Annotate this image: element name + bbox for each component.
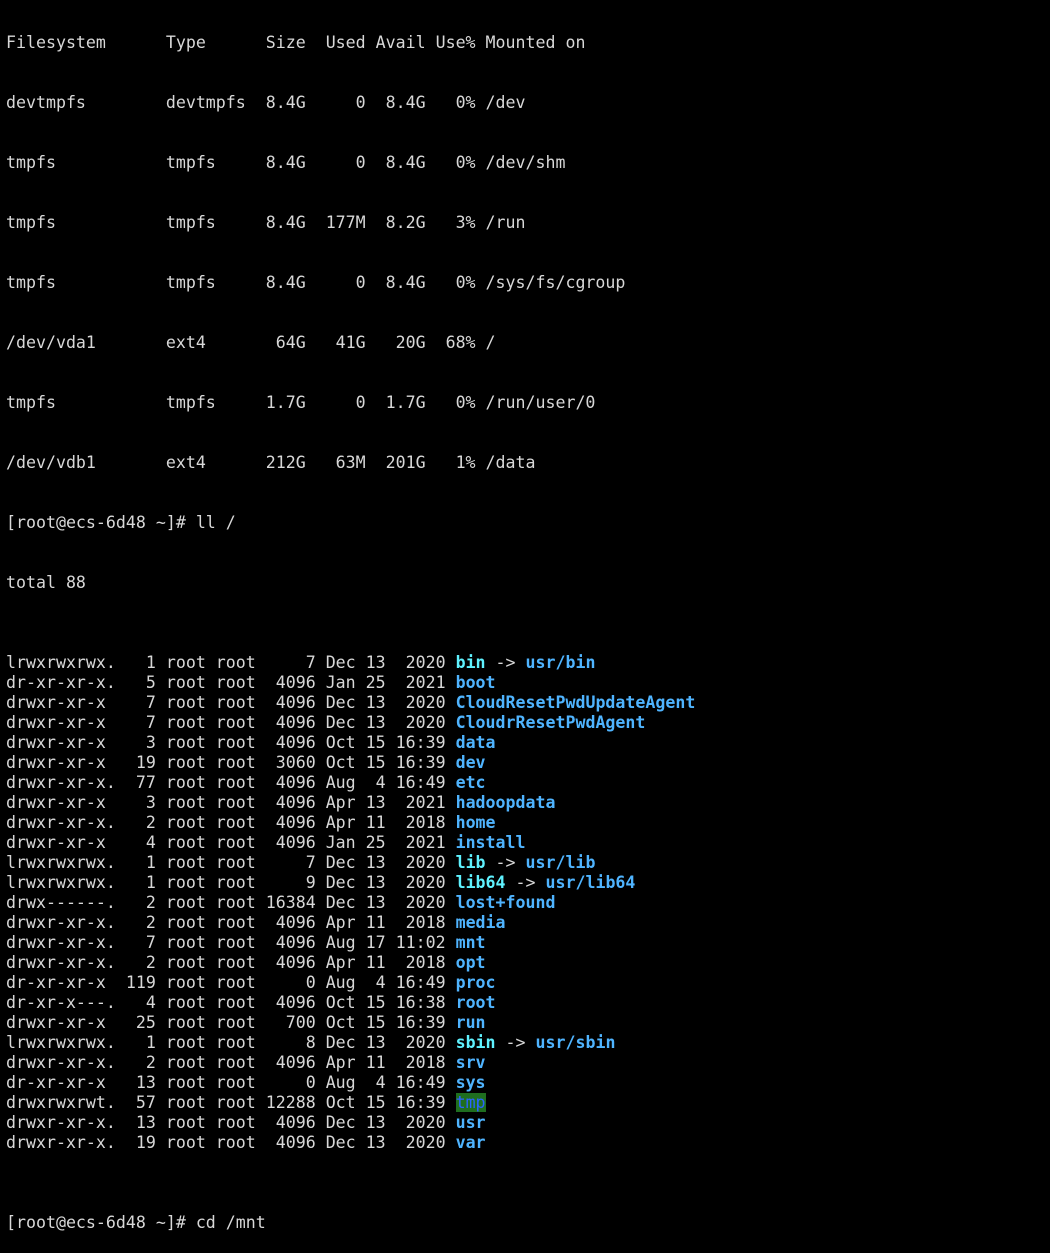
symlink-arrow: ->: [485, 853, 526, 872]
ls-row: drwxr-xr-x 7 root root 4096 Dec 13 2020 …: [6, 713, 1046, 733]
ls-entry-name: var: [455, 1133, 486, 1152]
ls-row: drwxr-xr-x. 13 root root 4096 Dec 13 202…: [6, 1113, 1046, 1133]
df-header: Filesystem Type Size Used Avail Use% Mou…: [6, 33, 586, 52]
ls-entry-name: dev: [455, 753, 486, 772]
ls-row-meta: dr-xr-xr-x. 5 root root 4096 Jan 25 2021: [6, 673, 456, 692]
ls-entry-name: root: [455, 993, 496, 1012]
symlink-target: usr/sbin: [535, 1033, 616, 1052]
ls-row: dr-xr-xr-x. 5 root root 4096 Jan 25 2021…: [6, 673, 1046, 693]
ls-entry-name: sys: [455, 1073, 486, 1092]
symlink-arrow: ->: [495, 1033, 536, 1052]
ls-entry-name: media: [455, 913, 506, 932]
ls-row: drwx------. 2 root root 16384 Dec 13 202…: [6, 893, 1046, 913]
ls-row-meta: drwx------. 2 root root 16384 Dec 13 202…: [6, 893, 456, 912]
ls-row-meta: lrwxrwxrwx. 1 root root 9 Dec 13 2020: [6, 873, 456, 892]
df-row: devtmpfs devtmpfs 8.4G 0 8.4G 0% /dev: [6, 93, 526, 112]
symlink-arrow: ->: [485, 653, 526, 672]
ls-row: drwxr-xr-x. 2 root root 4096 Apr 11 2018…: [6, 913, 1046, 933]
ls-entry-name: mnt: [455, 933, 486, 952]
ls-row: drwxr-xr-x. 7 root root 4096 Aug 17 11:0…: [6, 933, 1046, 953]
ls-row-meta: drwxr-xr-x. 2 root root 4096 Apr 11 2018: [6, 813, 456, 832]
ls-entry-name: hadoopdata: [455, 793, 556, 812]
ls-row-meta: drwxr-xr-x 3 root root 4096 Oct 15 16:39: [6, 733, 456, 752]
ls-entry-name: proc: [455, 973, 496, 992]
ls-row-meta: lrwxrwxrwx. 1 root root 8 Dec 13 2020: [6, 1033, 456, 1052]
symlink-target: usr/lib64: [545, 873, 636, 892]
ls-row-meta: drwxr-xr-x 4 root root 4096 Jan 25 2021: [6, 833, 456, 852]
ls-row-meta: drwxr-xr-x. 2 root root 4096 Apr 11 2018: [6, 1053, 456, 1072]
ls-row: drwxr-xr-x 19 root root 3060 Oct 15 16:3…: [6, 753, 1046, 773]
ls-row: drwxr-xr-x 4 root root 4096 Jan 25 2021 …: [6, 833, 1046, 853]
ls-row-meta: dr-xr-x---. 4 root root 4096 Oct 15 16:3…: [6, 993, 456, 1012]
df-row: tmpfs tmpfs 8.4G 177M 8.2G 3% /run: [6, 213, 526, 232]
ls-row-meta: drwxr-xr-x. 7 root root 4096 Aug 17 11:0…: [6, 933, 456, 952]
df-row: tmpfs tmpfs 8.4G 0 8.4G 0% /sys/fs/cgrou…: [6, 273, 626, 292]
ls-entry-name: sbin: [455, 1033, 496, 1052]
ls-row-meta: drwxr-xr-x. 19 root root 4096 Dec 13 202…: [6, 1133, 456, 1152]
ls-row: drwxr-xr-x 3 root root 4096 Apr 13 2021 …: [6, 793, 1046, 813]
ls-entry-name: etc: [455, 773, 486, 792]
ls-row: lrwxrwxrwx. 1 root root 7 Dec 13 2020 bi…: [6, 653, 1046, 673]
ls-row-meta: drwxr-xr-x. 2 root root 4096 Apr 11 2018: [6, 913, 456, 932]
ls-row-meta: drwxr-xr-x. 2 root root 4096 Apr 11 2018: [6, 953, 456, 972]
ls-entry-name: lib: [455, 853, 486, 872]
ls-row-meta: drwxr-xr-x 19 root root 3060 Oct 15 16:3…: [6, 753, 456, 772]
ls-row-meta: lrwxrwxrwx. 1 root root 7 Dec 13 2020: [6, 653, 456, 672]
ls-entry-name: tmp: [455, 1093, 486, 1112]
ls-entry-name: bin: [455, 653, 486, 672]
symlink-arrow: ->: [505, 873, 546, 892]
ls-row: drwxr-xr-x. 77 root root 4096 Aug 4 16:4…: [6, 773, 1046, 793]
shell-prompt-ll: [root@ecs-6d48 ~]# ll /: [6, 513, 236, 532]
ls-entry-name: data: [455, 733, 496, 752]
ls-entry-name: boot: [455, 673, 496, 692]
ls-total: total 88: [6, 573, 86, 592]
ls-row: dr-xr-xr-x 13 root root 0 Aug 4 16:49 sy…: [6, 1073, 1046, 1093]
df-row: tmpfs tmpfs 1.7G 0 1.7G 0% /run/user/0: [6, 393, 596, 412]
ls-row-meta: lrwxrwxrwx. 1 root root 7 Dec 13 2020: [6, 853, 456, 872]
ls-listing: lrwxrwxrwx. 1 root root 7 Dec 13 2020 bi…: [6, 653, 1046, 1153]
ls-entry-name: CloudrResetPwdAgent: [455, 713, 646, 732]
ls-row: drwxrwxrwt. 57 root root 12288 Oct 15 16…: [6, 1093, 1046, 1113]
ls-row-meta: drwxr-xr-x. 13 root root 4096 Dec 13 202…: [6, 1113, 456, 1132]
ls-row: drwxr-xr-x 25 root root 700 Oct 15 16:39…: [6, 1013, 1046, 1033]
ls-row: dr-xr-xr-x 119 root root 0 Aug 4 16:49 p…: [6, 973, 1046, 993]
ls-row: lrwxrwxrwx. 1 root root 9 Dec 13 2020 li…: [6, 873, 1046, 893]
shell-prompt-cd: [root@ecs-6d48 ~]# cd /mnt: [6, 1213, 266, 1232]
ls-entry-name: install: [455, 833, 526, 852]
ls-row: drwxr-xr-x 7 root root 4096 Dec 13 2020 …: [6, 693, 1046, 713]
ls-entry-name: lib64: [455, 873, 506, 892]
df-row: /dev/vda1 ext4 64G 41G 20G 68% /: [6, 333, 496, 352]
terminal-output[interactable]: Filesystem Type Size Used Avail Use% Mou…: [6, 0, 1046, 1253]
ls-row: drwxr-xr-x. 2 root root 4096 Apr 11 2018…: [6, 813, 1046, 833]
symlink-target: usr/lib: [525, 853, 596, 872]
ls-row: lrwxrwxrwx. 1 root root 7 Dec 13 2020 li…: [6, 853, 1046, 873]
ls-entry-name: opt: [455, 953, 486, 972]
ls-row: drwxr-xr-x. 2 root root 4096 Apr 11 2018…: [6, 1053, 1046, 1073]
ls-row: drwxr-xr-x 3 root root 4096 Oct 15 16:39…: [6, 733, 1046, 753]
ls-row-meta: dr-xr-xr-x 13 root root 0 Aug 4 16:49: [6, 1073, 456, 1092]
ls-row-meta: drwxr-xr-x 7 root root 4096 Dec 13 2020: [6, 713, 456, 732]
ls-row-meta: drwxr-xr-x 25 root root 700 Oct 15 16:39: [6, 1013, 456, 1032]
ls-row: drwxr-xr-x. 19 root root 4096 Dec 13 202…: [6, 1133, 1046, 1153]
ls-entry-name: lost+found: [455, 893, 556, 912]
ls-entry-name: srv: [455, 1053, 486, 1072]
ls-row-meta: drwxrwxrwt. 57 root root 12288 Oct 15 16…: [6, 1093, 456, 1112]
df-row: tmpfs tmpfs 8.4G 0 8.4G 0% /dev/shm: [6, 153, 566, 172]
ls-row-meta: drwxr-xr-x 3 root root 4096 Apr 13 2021: [6, 793, 456, 812]
symlink-target: usr/bin: [525, 653, 596, 672]
ls-row: drwxr-xr-x. 2 root root 4096 Apr 11 2018…: [6, 953, 1046, 973]
ls-entry-name: run: [455, 1013, 486, 1032]
ls-row-meta: drwxr-xr-x. 77 root root 4096 Aug 4 16:4…: [6, 773, 456, 792]
ls-row: lrwxrwxrwx. 1 root root 8 Dec 13 2020 sb…: [6, 1033, 1046, 1053]
ls-entry-name: home: [455, 813, 496, 832]
df-row: /dev/vdb1 ext4 212G 63M 201G 1% /data: [6, 453, 536, 472]
ls-row: dr-xr-x---. 4 root root 4096 Oct 15 16:3…: [6, 993, 1046, 1013]
ls-row-meta: dr-xr-xr-x 119 root root 0 Aug 4 16:49: [6, 973, 456, 992]
ls-entry-name: usr: [455, 1113, 486, 1132]
